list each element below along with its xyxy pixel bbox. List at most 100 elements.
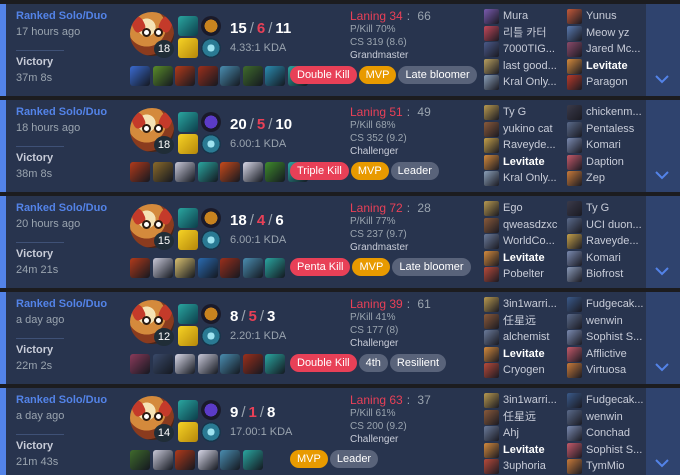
item-icon[interactable] <box>152 450 173 470</box>
keystone-rune-icon[interactable] <box>201 16 221 36</box>
player-row[interactable]: wenwin <box>567 409 649 426</box>
match-card[interactable]: Ranked Solo/Duo 18 hours ago Victory 38m… <box>0 100 680 192</box>
player-row[interactable]: Ego <box>484 200 566 217</box>
player-row[interactable]: qweasdzxc <box>484 217 566 234</box>
player-row[interactable]: Fudgecak... <box>567 296 649 313</box>
item-icon[interactable] <box>175 450 195 470</box>
match-card[interactable]: Ranked Solo/Duo 17 hours ago Victory 37m… <box>0 4 680 96</box>
item-icon[interactable] <box>265 162 285 182</box>
item-icon[interactable] <box>130 354 150 374</box>
player-row[interactable]: Levitate <box>484 346 566 363</box>
item-icon[interactable] <box>197 258 218 278</box>
item-icon[interactable] <box>197 450 218 470</box>
item-icon[interactable] <box>175 162 195 182</box>
item-icon[interactable] <box>197 162 218 182</box>
item-icon[interactable] <box>175 258 195 278</box>
item-icon[interactable] <box>175 354 195 374</box>
player-row[interactable]: Virtuosa <box>567 362 649 379</box>
item-icon[interactable] <box>242 162 263 182</box>
player-row[interactable]: Komari <box>567 250 649 267</box>
item-icon[interactable] <box>265 66 285 86</box>
player-row[interactable]: UCI duon... <box>567 217 649 234</box>
secondary-rune-icon[interactable] <box>201 134 221 154</box>
player-row[interactable]: Jared Mc... <box>567 41 649 58</box>
player-row[interactable]: Kral Only... <box>484 170 566 187</box>
item-icon[interactable] <box>242 66 263 86</box>
player-row[interactable]: Levitate <box>484 154 566 171</box>
player-row[interactable]: 3in1warri... <box>484 392 566 409</box>
match-card[interactable]: Ranked Solo/Duo a day ago Victory 21m 43… <box>0 388 680 475</box>
player-row[interactable]: Ahj <box>484 425 566 442</box>
summoner-spell-icon[interactable] <box>178 16 198 36</box>
player-row[interactable]: WorldCo... <box>484 233 566 250</box>
match-card[interactable]: Ranked Solo/Duo 20 hours ago Victory 24m… <box>0 196 680 288</box>
player-row[interactable]: Levitate <box>484 250 566 267</box>
player-row[interactable]: 3uphoria <box>484 458 566 475</box>
player-row[interactable]: Pentaless <box>567 121 649 138</box>
expand-button[interactable] <box>646 100 680 192</box>
item-icon[interactable] <box>130 258 150 278</box>
player-row[interactable]: chickenm... <box>567 104 649 121</box>
expand-button[interactable] <box>646 4 680 96</box>
summoner-spell-icon[interactable] <box>178 230 198 250</box>
player-row[interactable]: Levitate <box>484 442 566 459</box>
player-row[interactable]: 任星远 <box>484 313 566 330</box>
player-row[interactable]: Komari <box>567 137 649 154</box>
player-row[interactable]: wenwin <box>567 313 649 330</box>
player-row[interactable]: yukino cat <box>484 121 566 138</box>
player-row[interactable]: Fudgecak... <box>567 392 649 409</box>
player-row[interactable]: Conchad <box>567 425 649 442</box>
secondary-rune-icon[interactable] <box>201 38 221 58</box>
item-icon[interactable] <box>152 66 173 86</box>
item-icon[interactable] <box>130 162 150 182</box>
player-row[interactable]: 任星远 <box>484 409 566 426</box>
summoner-spell-icon[interactable] <box>178 38 198 58</box>
item-icon[interactable] <box>152 258 173 278</box>
player-row[interactable]: Ty G <box>567 200 649 217</box>
item-icon[interactable] <box>152 354 173 374</box>
keystone-rune-icon[interactable] <box>201 208 221 228</box>
summoner-spell-icon[interactable] <box>178 422 198 442</box>
keystone-rune-icon[interactable] <box>201 400 221 420</box>
item-icon[interactable] <box>220 450 240 470</box>
secondary-rune-icon[interactable] <box>201 230 221 250</box>
summoner-spell-icon[interactable] <box>178 326 198 346</box>
item-icon[interactable] <box>175 66 195 86</box>
item-icon[interactable] <box>220 354 240 374</box>
player-row[interactable]: Raveyde... <box>484 137 566 154</box>
item-icon[interactable] <box>130 66 150 86</box>
player-row[interactable]: Mura <box>484 8 566 25</box>
player-row[interactable]: Sophist S... <box>567 329 649 346</box>
item-icon[interactable] <box>197 66 218 86</box>
secondary-rune-icon[interactable] <box>201 326 221 346</box>
player-row[interactable]: Yunus <box>567 8 649 25</box>
item-icon[interactable] <box>152 162 173 182</box>
item-icon[interactable] <box>265 354 285 374</box>
player-row[interactable]: Sophist S... <box>567 442 649 459</box>
item-icon[interactable] <box>242 450 263 470</box>
item-icon[interactable] <box>197 354 218 374</box>
player-row[interactable]: Daption <box>567 154 649 171</box>
player-row[interactable]: alchemist <box>484 329 566 346</box>
player-row[interactable]: Cryogen <box>484 362 566 379</box>
player-row[interactable]: last good... <box>484 58 566 75</box>
player-row[interactable]: 3in1warri... <box>484 296 566 313</box>
item-icon[interactable] <box>220 258 240 278</box>
player-row[interactable]: Afflictive <box>567 346 649 363</box>
item-icon[interactable] <box>265 258 285 278</box>
secondary-rune-icon[interactable] <box>201 422 221 442</box>
item-icon[interactable] <box>130 450 150 470</box>
summoner-spell-icon[interactable] <box>178 304 198 324</box>
item-icon[interactable] <box>220 66 240 86</box>
player-row[interactable]: 리틀 카터 <box>484 25 566 42</box>
player-row[interactable]: TymMio <box>567 458 649 475</box>
expand-button[interactable] <box>646 292 680 384</box>
player-row[interactable]: Raveyde... <box>567 233 649 250</box>
match-card[interactable]: Ranked Solo/Duo a day ago Victory 22m 2s… <box>0 292 680 384</box>
expand-button[interactable] <box>646 388 680 475</box>
expand-button[interactable] <box>646 196 680 288</box>
keystone-rune-icon[interactable] <box>201 304 221 324</box>
item-icon[interactable] <box>242 354 263 374</box>
player-row[interactable]: Zep <box>567 170 649 187</box>
summoner-spell-icon[interactable] <box>178 400 198 420</box>
